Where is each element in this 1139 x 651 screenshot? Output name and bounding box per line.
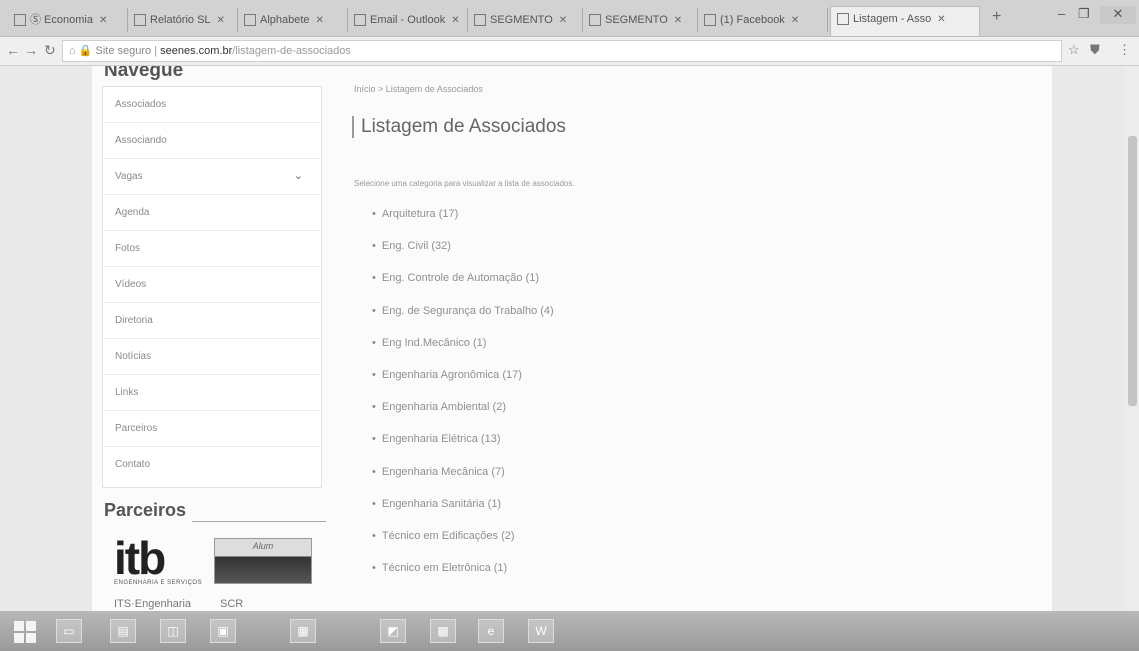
- reload-icon[interactable]: ↻: [44, 42, 56, 59]
- category-link[interactable]: Técnico em Edificações (2): [372, 520, 554, 552]
- address-bar[interactable]: ⌂ 🔒 Site seguro | seenes.com.br/listagem…: [62, 40, 1062, 62]
- edge-icon[interactable]: e: [478, 619, 504, 643]
- browser-tab-strip: Ⓢ Economia ✕ Relatório SL ✕ Alphabete ✕ Ema…: [0, 0, 1139, 37]
- category-link[interactable]: Eng. Civil (32): [372, 230, 554, 262]
- sidebar-item-noticias[interactable]: Notícias: [103, 339, 321, 375]
- partner-logo-itb[interactable]: itb ENGENHARIA E SERVIÇOS: [114, 535, 206, 594]
- instruction-text: Selecione uma categoria para visualizar …: [354, 179, 575, 188]
- partners-heading: Parceiros: [104, 500, 187, 520]
- page-viewport: Navegue Associados Associando Vagas ⌄ Age…: [0, 66, 1139, 611]
- favicon-icon: [474, 14, 486, 27]
- browser-tab[interactable]: Relatório SL ✕: [128, 8, 238, 32]
- menu-icon[interactable]: ⋮: [1118, 42, 1131, 58]
- sidebar-item-associando[interactable]: Associando: [103, 123, 321, 159]
- close-icon[interactable]: ✕: [99, 15, 107, 26]
- favicon-icon: [14, 14, 26, 27]
- category-link[interactable]: Técnico em Eletrônica (1): [372, 552, 554, 584]
- extension-icon[interactable]: ⛊: [1090, 42, 1100, 58]
- close-icon[interactable]: ✕: [451, 15, 459, 26]
- sidebar-item-fotos[interactable]: Fotos: [103, 231, 321, 267]
- category-link[interactable]: Engenharia Mecânica (7): [372, 456, 554, 488]
- word-icon[interactable]: W: [528, 619, 554, 643]
- divider: [192, 521, 326, 522]
- explorer-icon[interactable]: ▤: [110, 619, 136, 643]
- close-icon[interactable]: ✕: [559, 15, 567, 26]
- browser-tab[interactable]: (1) Facebook ✕: [698, 8, 828, 32]
- store-icon[interactable]: ◫: [160, 619, 186, 643]
- category-list: Arquitetura (17) Eng. Civil (32) Eng. Co…: [372, 198, 554, 584]
- browser-tab[interactable]: SEGMENTO ✕: [468, 8, 583, 32]
- app-icon[interactable]: ◩: [380, 619, 406, 643]
- favicon-icon: [589, 14, 601, 27]
- favicon-icon: [244, 14, 256, 27]
- sidebar-item-associados[interactable]: Associados: [103, 87, 321, 123]
- browser-tab-active[interactable]: Listagem - Asso ✕: [830, 6, 980, 36]
- browser-tab[interactable]: Ⓢ Economia ✕: [8, 8, 128, 32]
- star-icon[interactable]: ☆: [1068, 42, 1080, 58]
- browser-tab[interactable]: SEGMENTO ✕: [583, 8, 698, 32]
- category-link[interactable]: Engenharia Sanitária (1): [372, 488, 554, 520]
- forward-icon[interactable]: →: [24, 42, 38, 58]
- category-link[interactable]: Arquitetura (17): [372, 198, 554, 230]
- favicon-icon: [704, 14, 716, 27]
- partner-logo-alum[interactable]: Alum: [214, 538, 312, 584]
- favicon-icon: [134, 14, 146, 27]
- close-window-icon[interactable]: ✕: [1100, 6, 1136, 24]
- category-link[interactable]: Eng Ind.Mecânico (1): [372, 327, 554, 359]
- category-link[interactable]: Engenharia Elétrica (13): [372, 423, 554, 455]
- sidebar-item-diretoria[interactable]: Diretoria: [103, 303, 321, 339]
- os-taskbar: ▭ ▤ ◫ ▣ ▦ ◩ ▩ e W: [0, 611, 1139, 651]
- browser-tab[interactable]: Email - Outlook ✕: [348, 8, 468, 32]
- app-icon[interactable]: ▣: [210, 619, 236, 643]
- favicon-icon: [837, 13, 849, 26]
- sidebar-item-vagas[interactable]: Vagas ⌄: [103, 159, 321, 195]
- category-link[interactable]: Eng. de Segurança do Trabalho (4): [372, 295, 554, 327]
- app-icon[interactable]: ▩: [430, 619, 456, 643]
- lock-icon: 🔒: [78, 45, 93, 57]
- browser-toolbar: ← → ↻ ⌂ 🔒 Site seguro | seenes.com.br/li…: [0, 37, 1139, 66]
- close-icon[interactable]: ✕: [791, 15, 799, 26]
- secure-label: Site seguro: [95, 45, 152, 57]
- sidebar-item-contato[interactable]: Contato: [103, 447, 321, 482]
- scrollbar[interactable]: [1125, 66, 1139, 611]
- partner-logo-partial[interactable]: ITS·Engenharia: [114, 598, 191, 610]
- app-icon[interactable]: ▦: [290, 619, 316, 643]
- category-link[interactable]: Engenharia Ambiental (2): [372, 391, 554, 423]
- close-icon[interactable]: ✕: [217, 15, 225, 26]
- home-icon[interactable]: ⌂: [69, 45, 76, 57]
- favicon-icon: [354, 14, 366, 27]
- minimize-icon[interactable]: –: [1058, 6, 1065, 21]
- partner-logo-partial[interactable]: SCR: [220, 598, 243, 610]
- close-icon[interactable]: ✕: [674, 15, 682, 26]
- browser-tab[interactable]: Alphabete ✕: [238, 8, 348, 32]
- sidebar-item-parceiros[interactable]: Parceiros: [103, 411, 321, 447]
- chevron-down-icon[interactable]: ⌄: [294, 159, 303, 194]
- sidebar-heading: Navegue: [104, 66, 184, 81]
- url-path: /listagem-de-associados: [232, 45, 351, 57]
- close-icon[interactable]: ✕: [937, 14, 945, 25]
- new-tab-icon[interactable]: +: [992, 8, 1001, 26]
- category-link[interactable]: Eng. Controle de Automação (1): [372, 262, 554, 294]
- scrollbar-thumb[interactable]: [1128, 136, 1137, 406]
- breadcrumb[interactable]: Início > Listagem de Associados: [354, 84, 483, 94]
- task-view-icon[interactable]: ▭: [56, 619, 82, 643]
- windows-start-icon[interactable]: [14, 621, 36, 643]
- sidebar-item-videos[interactable]: Vídeos: [103, 267, 321, 303]
- sidebar-item-links[interactable]: Links: [103, 375, 321, 411]
- back-icon[interactable]: ←: [6, 42, 20, 58]
- category-link[interactable]: Engenharia Agronômica (17): [372, 359, 554, 391]
- close-icon[interactable]: ✕: [316, 15, 324, 26]
- page-content: Navegue Associados Associando Vagas ⌄ Age…: [92, 66, 1052, 611]
- page-title: Listagem de Associados: [352, 116, 566, 138]
- url-domain: seenes.com.br: [160, 45, 233, 57]
- sidebar-item-agenda[interactable]: Agenda: [103, 195, 321, 231]
- sidebar-nav: Associados Associando Vagas ⌄ Agenda Foto…: [102, 86, 322, 488]
- maximize-icon[interactable]: ❐: [1078, 6, 1090, 22]
